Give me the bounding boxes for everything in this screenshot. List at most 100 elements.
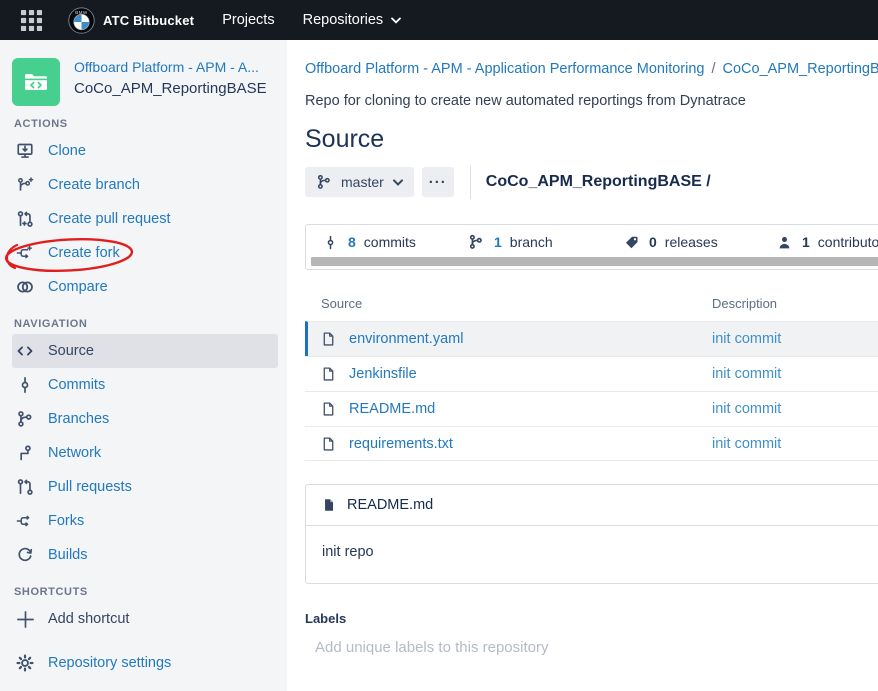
clone-icon: [15, 142, 35, 160]
horizontal-scrollbar-thumb[interactable]: [311, 257, 878, 266]
file-link[interactable]: README.md: [349, 401, 435, 417]
commit-message-link[interactable]: init commit: [712, 436, 781, 452]
repository-settings-button[interactable]: Repository settings: [12, 646, 279, 680]
page-title: Source: [305, 125, 878, 154]
main-content: Offboard Platform - APM - Application Pe…: [287, 40, 878, 691]
sidebar-item-builds[interactable]: Builds: [12, 538, 279, 572]
file-row: README.md init commit: [305, 391, 878, 426]
chevron-down-icon: [393, 179, 403, 186]
repository-settings-label: Repository settings: [48, 655, 171, 671]
labels-title: Labels: [305, 611, 878, 626]
stat-commits-label: commits: [364, 234, 416, 250]
breadcrumb-separator: /: [711, 61, 715, 77]
bmw-logo-icon: BMW: [68, 7, 95, 34]
commit-message-link[interactable]: init commit: [712, 331, 781, 347]
stat-releases[interactable]: 0 releases: [621, 234, 718, 250]
home-link[interactable]: BMW ATC Bitbucket: [68, 7, 194, 34]
sidebar-item-source[interactable]: Source: [12, 334, 278, 368]
navigation-section-title: NAVIGATION: [14, 318, 279, 330]
sidebar-repo-name[interactable]: CoCo_APM_ReportingBASE: [74, 80, 267, 97]
stat-branches-label: branch: [510, 234, 553, 250]
sidebar-project-link[interactable]: Offboard Platform - APM - A...: [74, 58, 267, 77]
file-link[interactable]: Jenkinsfile: [349, 366, 417, 382]
file-icon: [321, 436, 336, 452]
repo-stats-panel: 8 commits 1 branch: [305, 224, 878, 270]
commit-message-link[interactable]: init commit: [712, 401, 781, 417]
breadcrumb-repo-link[interactable]: CoCo_APM_ReportingBASE: [723, 61, 878, 77]
sidebar-item-network[interactable]: Network: [12, 436, 279, 470]
shortcuts-section-title: SHORTCUTS: [14, 586, 279, 598]
source-toolbar: master ··· CoCo_APM_ReportingBASE /: [305, 165, 878, 199]
stat-contributors[interactable]: 1 contributor: [774, 234, 878, 250]
sidebar-item-branches-label: Branches: [48, 411, 109, 427]
bitbucket-repo-page: BMW ATC Bitbucket Projects Repositories: [0, 0, 878, 691]
sidebar-item-commits[interactable]: Commits: [12, 368, 279, 402]
stat-releases-label: releases: [665, 234, 718, 250]
action-create-pull-request-label: Create pull request: [48, 211, 171, 227]
action-create-pull-request[interactable]: Create pull request: [12, 202, 279, 236]
stat-releases-value: 0: [649, 234, 657, 250]
sidebar-item-forks[interactable]: Forks: [12, 504, 279, 538]
nav-projects[interactable]: Projects: [222, 12, 274, 28]
repo-description: Repo for cloning to create new automated…: [305, 93, 878, 109]
action-create-fork[interactable]: Create fork: [12, 236, 279, 270]
action-create-branch[interactable]: Create branch: [12, 168, 279, 202]
action-compare-label: Compare: [48, 279, 108, 295]
file-row: requirements.txt init commit: [305, 426, 878, 461]
nav-repositories[interactable]: Repositories: [303, 12, 402, 28]
stat-branches-value: 1: [494, 234, 502, 250]
toolbar-divider: [470, 165, 471, 199]
readme-body: init repo: [306, 526, 878, 583]
tag-icon: [621, 235, 641, 250]
repo-avatar[interactable]: [12, 58, 60, 106]
actions-section-title: ACTIONS: [14, 118, 279, 130]
nav-repositories-label: Repositories: [303, 12, 384, 28]
sidebar-item-branches[interactable]: Branches: [12, 402, 279, 436]
pull-request-icon: [15, 478, 35, 496]
file-link[interactable]: environment.yaml: [349, 331, 463, 347]
action-clone-label: Clone: [48, 143, 86, 159]
more-actions-button[interactable]: ···: [422, 167, 454, 197]
breadcrumb-project-link[interactable]: Offboard Platform - APM - Application Pe…: [305, 61, 704, 77]
create-pull-request-icon: [15, 210, 35, 228]
sidebar-item-source-label: Source: [48, 343, 94, 359]
commit-message-link[interactable]: init commit: [712, 366, 781, 382]
chevron-down-icon: [391, 17, 401, 24]
breadcrumb: Offboard Platform - APM - Application Pe…: [305, 61, 878, 77]
action-clone[interactable]: Clone: [12, 134, 279, 168]
readme-title[interactable]: README.md: [347, 497, 433, 513]
stat-branches[interactable]: 1 branch: [466, 234, 553, 250]
sidebar-item-commits-label: Commits: [48, 377, 105, 393]
current-path[interactable]: CoCo_APM_ReportingBASE /: [486, 173, 711, 191]
branch-icon: [466, 234, 486, 250]
file-link[interactable]: requirements.txt: [349, 436, 453, 452]
file-icon: [321, 331, 336, 347]
stat-contributors-label: contributor: [818, 234, 878, 250]
file-row: environment.yaml init commit: [305, 321, 878, 356]
stat-commits-value: 8: [348, 234, 356, 250]
add-shortcut-button[interactable]: Add shortcut: [12, 602, 279, 636]
sidebar-item-network-label: Network: [48, 445, 101, 461]
action-compare[interactable]: Compare: [12, 270, 279, 304]
compare-icon: [15, 278, 35, 296]
stat-commits[interactable]: 8 commits: [320, 234, 416, 250]
sidebar-item-pull-requests[interactable]: Pull requests: [12, 470, 279, 504]
sidebar-item-builds-label: Builds: [48, 547, 88, 563]
sidebar-item-pull-requests-label: Pull requests: [48, 479, 132, 495]
file-icon: [321, 401, 336, 417]
branch-icon: [15, 410, 35, 428]
commit-icon: [15, 376, 35, 394]
branch-selector-button[interactable]: master: [305, 167, 414, 197]
file-table: Source Description environment.yaml init…: [305, 292, 878, 461]
labels-input[interactable]: Add unique labels to this repository: [315, 639, 878, 656]
stat-contributors-value: 1: [802, 234, 810, 250]
builds-icon: [15, 546, 35, 564]
code-icon: [15, 342, 35, 360]
sidebar-item-forks-label: Forks: [48, 513, 84, 529]
file-table-header: Source Description: [305, 292, 878, 321]
action-create-branch-label: Create branch: [48, 177, 140, 193]
app-title: ATC Bitbucket: [103, 13, 194, 28]
file-icon: [321, 366, 336, 382]
app-switcher-button[interactable]: [20, 9, 43, 32]
labels-section: Labels Add unique labels to this reposit…: [305, 611, 878, 656]
